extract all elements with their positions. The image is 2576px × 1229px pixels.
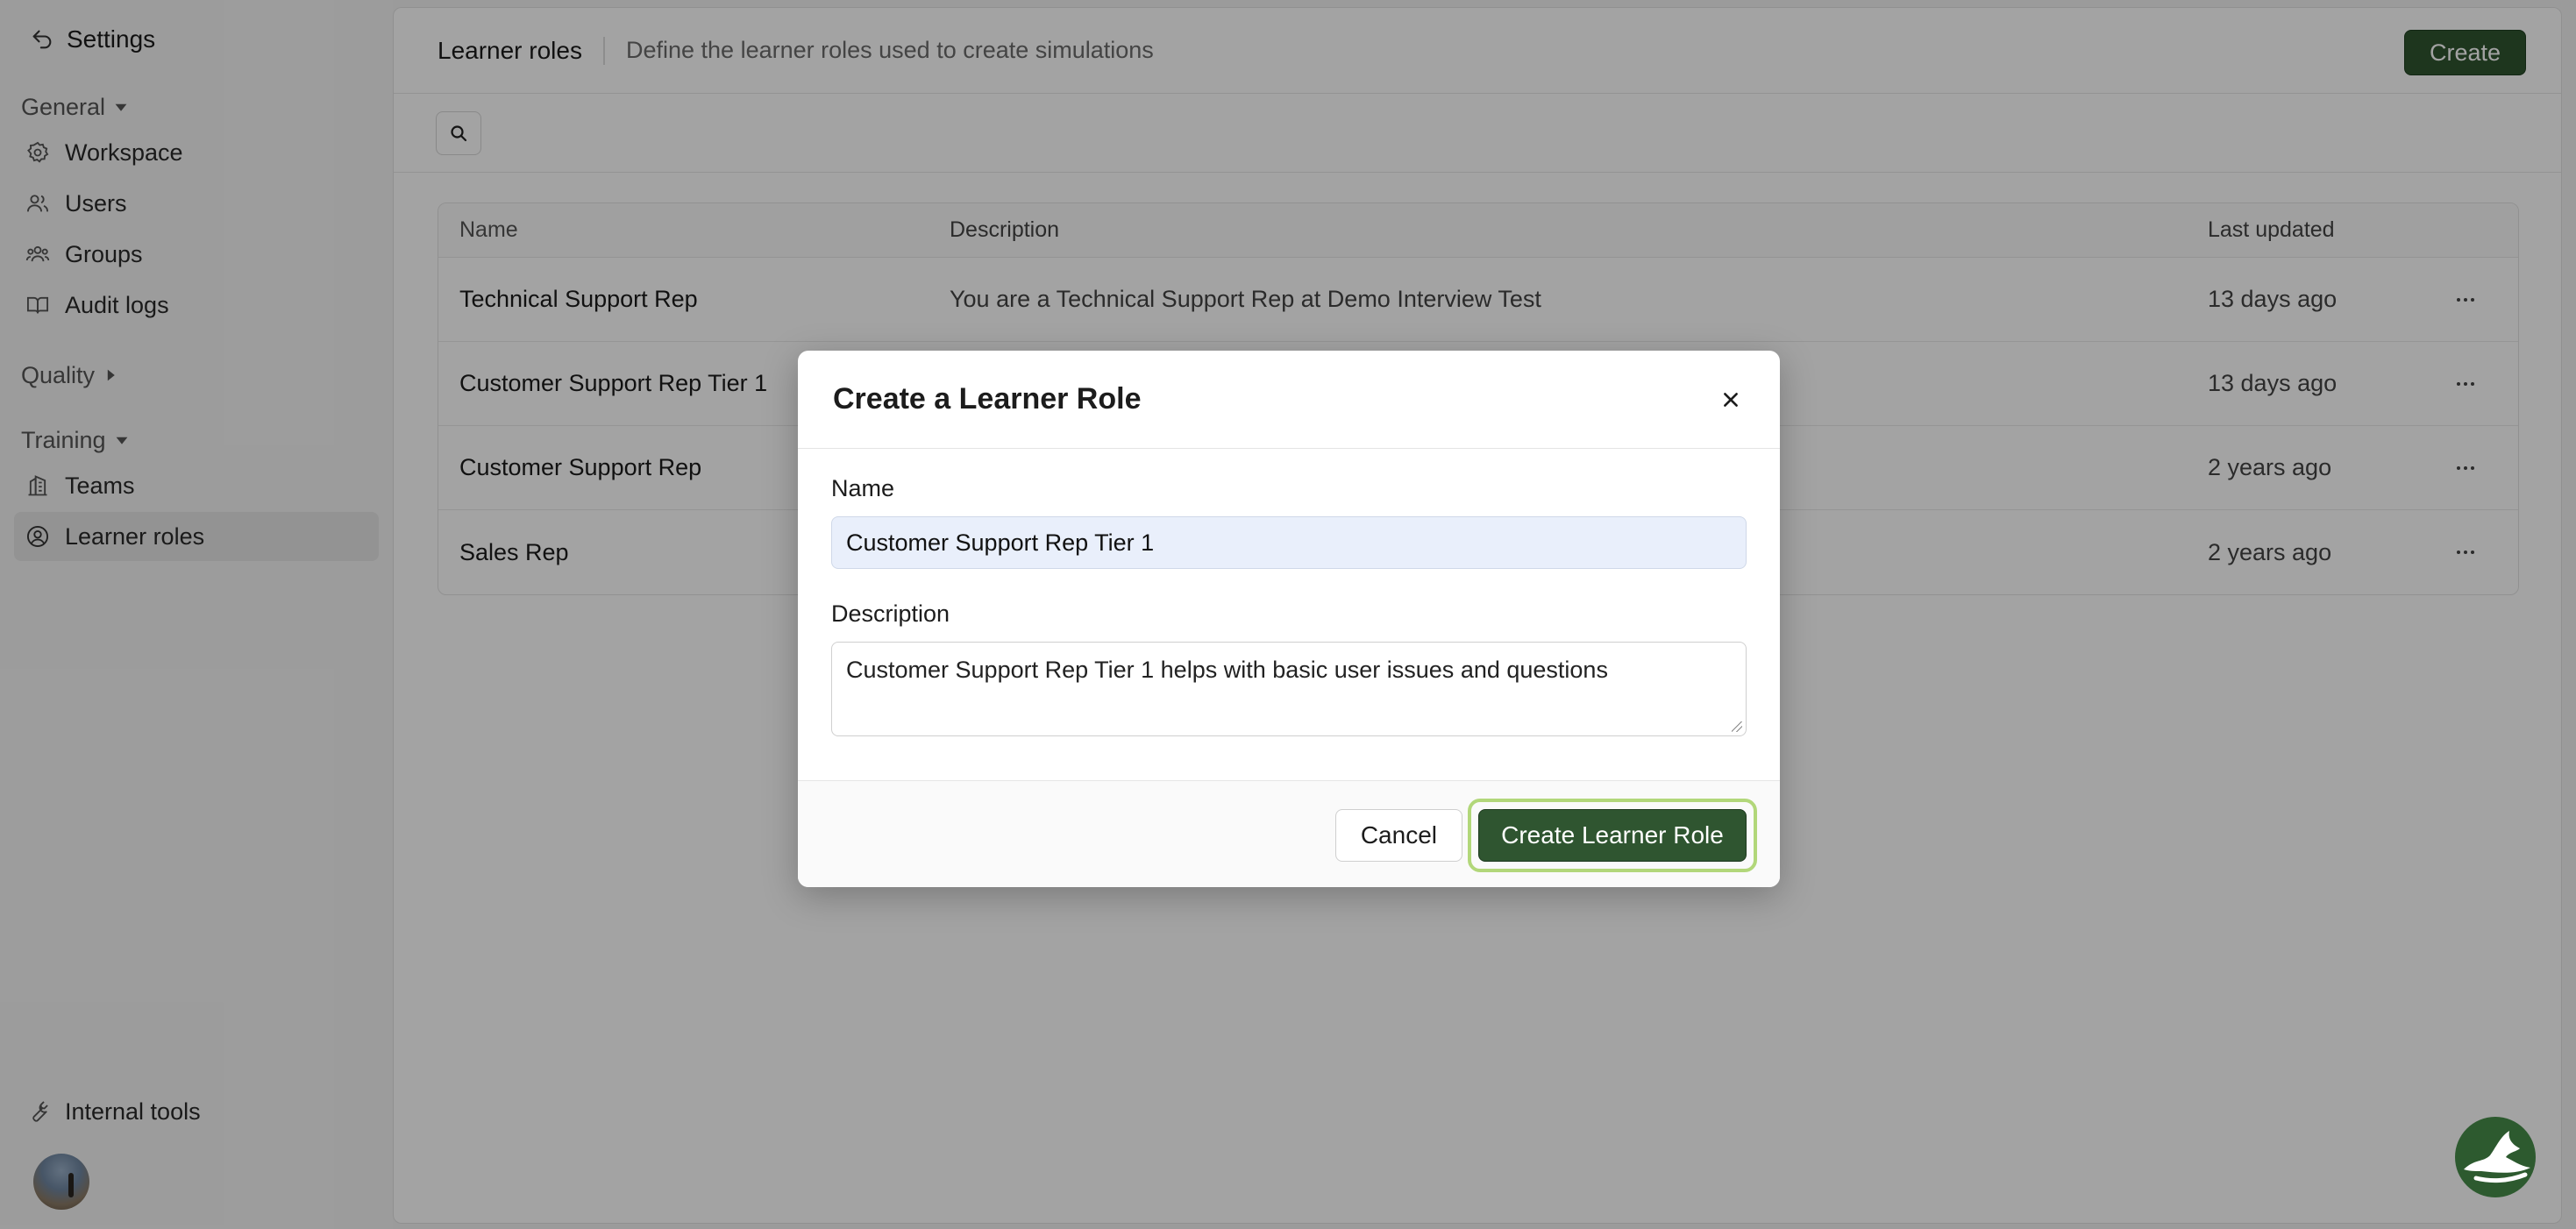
submit-focus-ring: Create Learner Role [1468, 799, 1757, 872]
description-label: Description [831, 600, 950, 627]
dialog-header: Create a Learner Role [798, 351, 1780, 449]
create-learner-role-button[interactable]: Create Learner Role [1478, 809, 1747, 862]
dialog-title: Create a Learner Role [833, 382, 1142, 416]
create-learner-role-dialog: Create a Learner Role Name Customer Supp… [798, 351, 1780, 887]
assistant-logo-icon[interactable] [2455, 1117, 2536, 1197]
cancel-button[interactable]: Cancel [1334, 809, 1462, 862]
name-label: Name [831, 475, 895, 501]
dialog-body: Name Customer Support Rep Tier 1 Descrip… [798, 449, 1780, 736]
name-input[interactable]: Customer Support Rep Tier 1 [831, 516, 1747, 569]
description-textarea[interactable]: Customer Support Rep Tier 1 helps with b… [831, 642, 1747, 736]
dialog-footer: Cancel Create Learner Role [798, 780, 1780, 887]
close-icon[interactable] [1717, 386, 1745, 414]
